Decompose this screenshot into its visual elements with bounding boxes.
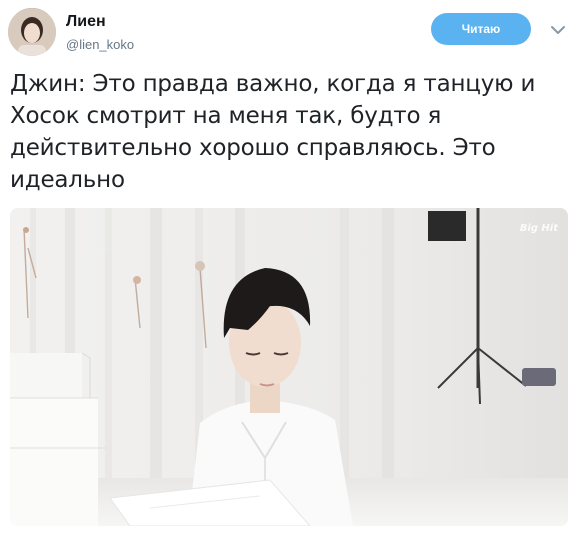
tweet-media-photo[interactable]: Big Hit: [10, 208, 568, 526]
avatar[interactable]: [8, 8, 56, 56]
tweet-text-line: Джин: Это правда важно, когда я танцую и: [10, 71, 536, 97]
tweet-text-line: Хосок смотрит на меня так, будто я: [10, 103, 442, 129]
tweet-text-line: идеально: [10, 167, 125, 193]
watermark-text: Big Hit: [519, 223, 558, 234]
tweet-text: Джин: Это правда важно, когда я танцую и…: [10, 68, 570, 196]
photo-person-reading: [10, 208, 568, 526]
following-button[interactable]: Читаю: [431, 13, 531, 45]
user-display-name[interactable]: Лиен: [66, 13, 106, 31]
chevron-down-icon[interactable]: [549, 22, 567, 38]
tweet-card: Лиен @lien_koko Читаю Джин: Это правда в…: [0, 0, 578, 534]
user-handle[interactable]: @lien_koko: [66, 37, 134, 52]
tweet-text-line: действительно хорошо справляюсь. Это: [10, 135, 496, 161]
